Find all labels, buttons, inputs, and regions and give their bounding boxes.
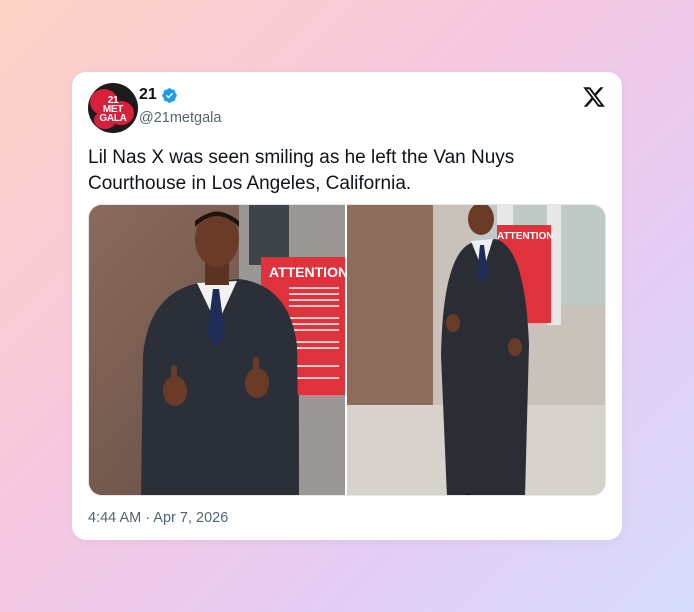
photo-right[interactable]: ATTENTION	[347, 205, 605, 495]
sign-text-right: ATTENTION	[497, 231, 553, 242]
tweet-timestamp[interactable]: 4:44 AM · Apr 7, 2026	[88, 510, 228, 526]
avatar-logo-text: 21 MET GALA	[88, 96, 138, 124]
photo-right-image: ATTENTION	[347, 205, 605, 495]
x-logo-icon[interactable]	[582, 85, 606, 109]
author-handle[interactable]: @21metgala	[139, 110, 221, 126]
verified-badge-icon	[162, 87, 177, 103]
display-name[interactable]: 21	[139, 86, 157, 104]
photo-left[interactable]: ATTENTION	[89, 205, 347, 495]
avatar-line-3: GALA	[99, 113, 127, 124]
media-grid[interactable]: ATTENTION ATTENTION	[88, 204, 606, 496]
sign-text: ATTENTION	[269, 264, 347, 280]
display-name-row[interactable]: 21	[139, 86, 178, 104]
tweet-card: 21 MET GALA 21 @21metgala Lil Nas X was …	[72, 72, 622, 540]
photo-left-image: ATTENTION	[89, 205, 347, 495]
avatar[interactable]: 21 MET GALA	[88, 83, 138, 133]
tweet-text: Lil Nas X was seen smiling as he left th…	[88, 147, 515, 194]
